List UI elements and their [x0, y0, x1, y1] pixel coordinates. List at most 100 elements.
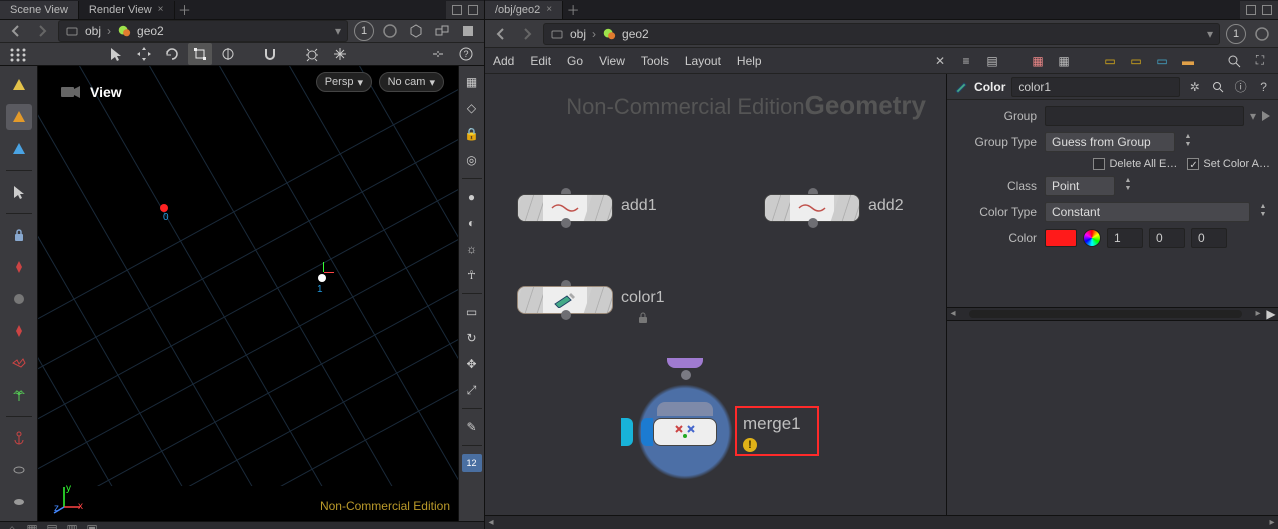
note2-icon[interactable]: ▭	[1126, 51, 1146, 71]
color-g-input[interactable]	[1149, 228, 1185, 248]
grid-menu-icon[interactable]	[6, 43, 30, 65]
play-icon[interactable]	[1262, 111, 1270, 121]
node-name-input[interactable]	[1011, 77, 1180, 97]
network-scrollbar[interactable]: ◂ ▸	[485, 515, 1278, 529]
menu-edit[interactable]: Edit	[530, 54, 551, 68]
menu-view[interactable]: View	[599, 54, 625, 68]
grid2-icon[interactable]: ▦	[1054, 51, 1074, 71]
bug-icon[interactable]	[300, 43, 324, 65]
grouptype-stepper[interactable]: ▲▼	[1181, 133, 1195, 151]
shelf-zoom-icon[interactable]: ⤢	[462, 380, 482, 400]
node-add2[interactable]: add2	[764, 194, 860, 222]
persp-dropdown[interactable]: Persp▾	[316, 72, 372, 92]
scroll-right-icon[interactable]: ▸	[1252, 308, 1264, 319]
handle-icon[interactable]	[216, 43, 240, 65]
shelf-lock-icon[interactable]: 🔒	[462, 124, 482, 144]
disk-icon[interactable]	[6, 489, 32, 515]
ring-icon[interactable]	[6, 457, 32, 483]
color-picker-icon[interactable]	[1083, 229, 1101, 247]
face-mode-icon[interactable]	[6, 136, 32, 162]
bb-home-icon[interactable]: ⌂	[4, 522, 20, 529]
shelf-cursor-icon[interactable]: ▦	[462, 72, 482, 92]
select-icon[interactable]	[104, 43, 128, 65]
close-icon[interactable]: ×	[546, 4, 552, 15]
box-icon[interactable]	[406, 21, 426, 41]
list-icon[interactable]: ≡	[956, 51, 976, 71]
snap-icon[interactable]	[258, 43, 282, 65]
set-color-checkbox[interactable]	[1187, 158, 1199, 170]
take-icon[interactable]	[1252, 24, 1272, 44]
back-icon[interactable]	[6, 21, 26, 41]
chevron-down-icon[interactable]: ▾	[1250, 109, 1256, 123]
tab-obj-geo2[interactable]: /obj/geo2 ×	[485, 1, 563, 19]
back-icon[interactable]	[491, 24, 511, 44]
pin-number[interactable]: 1	[354, 21, 374, 41]
vertex-mode-icon[interactable]	[6, 72, 32, 98]
scroll-play-icon[interactable]: ▶	[1264, 307, 1278, 321]
pane-split-icon[interactable]	[452, 5, 462, 15]
scroll-right-icon[interactable]: ▸	[1266, 517, 1278, 528]
palm-icon[interactable]	[6, 382, 32, 408]
note1-icon[interactable]: ▭	[1100, 51, 1120, 71]
link-icon[interactable]	[426, 43, 450, 65]
wrench-icon[interactable]: ✕	[930, 51, 950, 71]
nocam-dropdown[interactable]: No cam▾	[379, 72, 444, 92]
shatter-icon[interactable]	[6, 350, 32, 376]
info-icon[interactable]: ⓘ	[1232, 78, 1249, 96]
shelf-poly-icon[interactable]: ◇	[462, 98, 482, 118]
node-color1[interactable]: color1	[517, 286, 613, 314]
shelf-orbit-icon[interactable]: ↻	[462, 328, 482, 348]
path-input[interactable]: obj › geo2 ▾	[58, 20, 348, 42]
forward-icon[interactable]	[517, 24, 537, 44]
color-r-input[interactable]	[1107, 228, 1143, 248]
move-icon[interactable]	[132, 43, 156, 65]
shelf-sun-icon[interactable]: ☼	[462, 239, 482, 259]
expand-icon[interactable]: ⛶	[1250, 51, 1270, 71]
folder-icon[interactable]: ▬	[1178, 51, 1198, 71]
help-icon[interactable]: ?	[1255, 78, 1272, 96]
search-icon[interactable]	[1224, 51, 1244, 71]
shelf-person-icon[interactable]: ☥	[462, 265, 482, 285]
shelf-pen-icon[interactable]: ✎	[462, 417, 482, 437]
menu-add[interactable]: Add	[493, 54, 514, 68]
scroll-left-icon[interactable]: ◂	[485, 517, 497, 528]
bb-view2-icon[interactable]: ▤	[44, 522, 60, 529]
menu-go[interactable]: Go	[567, 54, 583, 68]
scroll-left-icon[interactable]: ◂	[947, 308, 959, 319]
grid1-icon[interactable]: ▦	[1028, 51, 1048, 71]
class-select[interactable]: Point	[1045, 176, 1115, 196]
pane-max-icon[interactable]	[1262, 5, 1272, 15]
tab-scene-view[interactable]: Scene View	[0, 1, 79, 19]
tab-render-view[interactable]: Render View ×	[79, 1, 175, 19]
menu-tools[interactable]: Tools	[641, 54, 669, 68]
delete-all-checkbox[interactable]	[1093, 158, 1105, 170]
add-tab-button[interactable]: ＋	[563, 0, 583, 19]
shelf-rect-icon[interactable]: ▭	[462, 302, 482, 322]
chevron-down-icon[interactable]: ▾	[335, 24, 341, 38]
bb-view4-icon[interactable]: ▣	[84, 522, 100, 529]
anchor-icon[interactable]	[6, 425, 32, 451]
page-icon[interactable]: ▤	[982, 51, 1002, 71]
shelf-pan-icon[interactable]: ✥	[462, 354, 482, 374]
shelf-target-icon[interactable]: ◎	[462, 150, 482, 170]
help-icon[interactable]: ?	[454, 43, 478, 65]
sphere-icon[interactable]	[6, 286, 32, 312]
cube-pair-icon[interactable]	[432, 21, 452, 41]
pin-number[interactable]: 1	[1226, 24, 1246, 44]
bb-view3-icon[interactable]: ▥	[64, 522, 80, 529]
shelf-bulb-icon[interactable]: ◐	[462, 213, 482, 233]
forward-icon[interactable]	[32, 21, 52, 41]
colortype-select[interactable]: Constant	[1045, 202, 1250, 222]
point-1[interactable]	[318, 274, 326, 282]
rocket1-icon[interactable]	[6, 254, 32, 280]
chevron-down-icon[interactable]: ▾	[1207, 27, 1213, 41]
arrow-tool-icon[interactable]	[6, 179, 32, 205]
pane-max-icon[interactable]	[468, 5, 478, 15]
menu-layout[interactable]: Layout	[685, 54, 721, 68]
search-icon[interactable]	[1209, 78, 1226, 96]
rotate-icon[interactable]	[160, 43, 184, 65]
gear-icon[interactable]: ✲	[1186, 78, 1203, 96]
pane-split-icon[interactable]	[1246, 5, 1256, 15]
color-b-input[interactable]	[1191, 228, 1227, 248]
point-0[interactable]	[160, 204, 168, 212]
